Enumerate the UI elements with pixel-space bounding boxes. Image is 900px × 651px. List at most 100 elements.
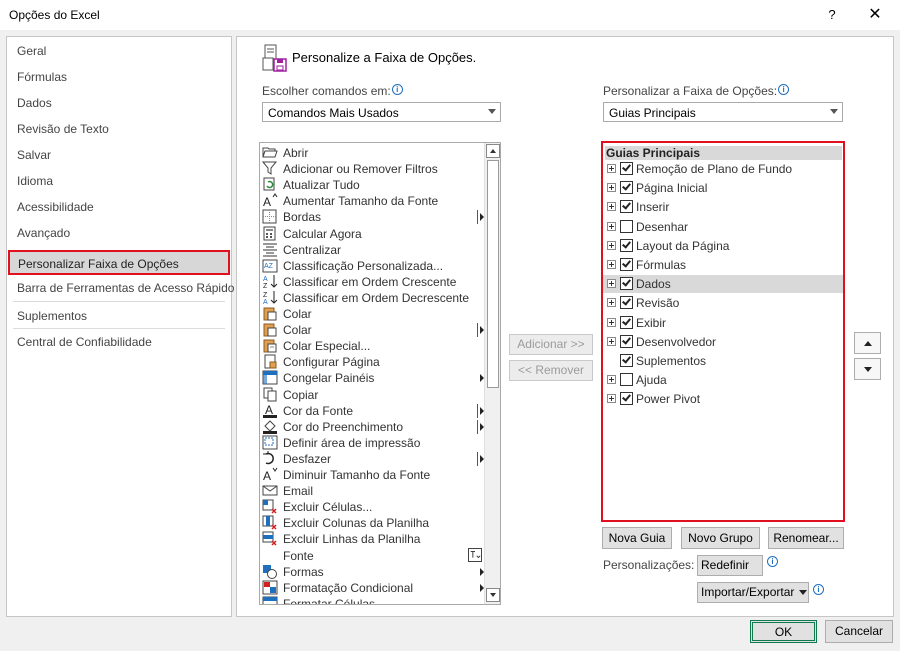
- nav-item-avancado[interactable]: Avançado: [17, 226, 70, 240]
- expand-icon[interactable]: [607, 260, 616, 269]
- command-item[interactable]: Colar: [260, 322, 484, 338]
- command-item[interactable]: Congelar Painéis: [260, 370, 484, 386]
- info-icon[interactable]: i: [767, 556, 778, 567]
- command-item[interactable]: Formatação Condicional: [260, 580, 484, 596]
- expand-icon[interactable]: [607, 298, 616, 308]
- command-item[interactable]: Email: [260, 483, 484, 499]
- nav-item-barra-ferramentas[interactable]: Barra de Ferramentas de Acesso Rápido: [17, 281, 234, 295]
- commands-list[interactable]: Abrir Adicionar ou Remover Filtros Atualiz…: [259, 142, 501, 605]
- command-item[interactable]: Centralizar: [260, 242, 484, 258]
- remove-button[interactable]: << Remover: [509, 360, 593, 381]
- add-button[interactable]: Adicionar >>: [509, 334, 593, 355]
- nav-item-dados[interactable]: Dados: [17, 96, 52, 110]
- tab-checkbox[interactable]: [620, 392, 633, 406]
- command-item[interactable]: Bordas: [260, 209, 484, 225]
- new-tab-button[interactable]: Nova Guia: [602, 527, 672, 549]
- command-item[interactable]: Desfazer: [260, 450, 484, 467]
- tree-item[interactable]: Power Pivot: [603, 390, 843, 408]
- command-item[interactable]: Excluir Células...: [260, 499, 484, 515]
- command-item[interactable]: A Z Classificar em Ordem Crescente: [260, 274, 484, 290]
- tab-checkbox[interactable]: [620, 296, 633, 310]
- tree-item[interactable]: Layout da Página: [603, 237, 843, 255]
- command-item[interactable]: Colar: [260, 306, 484, 322]
- tree-item[interactable]: Desenhar: [603, 218, 843, 236]
- scroll-thumb[interactable]: [487, 160, 499, 388]
- scroll-down-button[interactable]: [486, 588, 500, 602]
- new-group-button[interactable]: Novo Grupo: [681, 527, 760, 549]
- nav-item-salvar[interactable]: Salvar: [17, 148, 51, 162]
- move-up-button[interactable]: [854, 332, 881, 354]
- tree-item[interactable]: Suplementos: [603, 352, 843, 370]
- ok-button[interactable]: OK: [750, 620, 817, 643]
- nav-item-central-confiabilidade[interactable]: Central de Confiabilidade: [17, 335, 152, 349]
- tab-checkbox[interactable]: [620, 200, 633, 214]
- tree-item[interactable]: Revisão: [603, 294, 843, 312]
- expand-icon[interactable]: [607, 279, 616, 289]
- help-button[interactable]: ?: [822, 4, 842, 26]
- expand-icon[interactable]: [607, 183, 616, 193]
- tab-checkbox[interactable]: [620, 181, 633, 195]
- tree-item[interactable]: Remoção de Plano de Fundo: [603, 160, 843, 178]
- command-item[interactable]: Definir área de impressão: [260, 435, 484, 451]
- tab-checkbox[interactable]: [620, 354, 633, 367]
- command-item[interactable]: Copiar: [260, 387, 484, 403]
- tab-checkbox[interactable]: [620, 219, 633, 233]
- rename-button[interactable]: Renomear...: [768, 527, 844, 549]
- scroll-up-button[interactable]: [486, 144, 500, 158]
- command-item[interactable]: AZ Classificação Personalizada...: [260, 258, 484, 274]
- command-item[interactable]: Atualizar Tudo: [260, 177, 484, 193]
- tree-item[interactable]: Página Inicial: [603, 179, 843, 197]
- tab-checkbox[interactable]: [620, 315, 633, 329]
- info-icon[interactable]: i: [813, 584, 824, 595]
- expand-icon[interactable]: [607, 375, 616, 385]
- close-button[interactable]: ✕: [861, 4, 889, 26]
- tree-item[interactable]: Exibir: [603, 314, 843, 332]
- reset-dropdown[interactable]: Redefinir: [697, 555, 763, 588]
- tab-checkbox[interactable]: [620, 238, 633, 252]
- info-icon[interactable]: i: [778, 84, 790, 95]
- move-down-button[interactable]: [854, 358, 881, 380]
- tab-checkbox[interactable]: [620, 334, 633, 348]
- command-item[interactable]: Excluir Linhas da Planilha: [260, 531, 484, 547]
- command-item[interactable]: A Diminuir Tamanho da Fonte: [260, 467, 484, 483]
- nav-item-formulas[interactable]: Fórmulas: [17, 70, 67, 84]
- nav-item-personalizar-faixa[interactable]: Personalizar Faixa de Opções: [8, 250, 230, 275]
- command-item[interactable]: A Aumentar Tamanho da Fonte: [260, 193, 484, 209]
- import-export-dropdown[interactable]: Importar/Exportar: [697, 582, 809, 603]
- tab-checkbox[interactable]: [620, 277, 633, 291]
- choose-commands-dropdown[interactable]: Comandos Mais Usados: [262, 102, 501, 122]
- expand-icon[interactable]: [607, 317, 616, 327]
- tab-checkbox[interactable]: [620, 258, 633, 271]
- command-item[interactable]: Configurar Página: [260, 354, 484, 370]
- tree-item[interactable]: Ajuda: [603, 371, 843, 389]
- expand-icon[interactable]: [607, 221, 616, 231]
- nav-item-revisao[interactable]: Revisão de Texto: [17, 122, 109, 136]
- tab-checkbox[interactable]: [620, 373, 633, 387]
- tree-item[interactable]: Desenvolvedor: [603, 333, 843, 351]
- info-icon[interactable]: i: [391, 84, 403, 95]
- command-item[interactable]: Calcular Agora: [260, 226, 484, 242]
- cancel-button[interactable]: Cancelar: [825, 620, 893, 643]
- nav-item-suplementos[interactable]: Suplementos: [17, 309, 87, 323]
- command-item[interactable]: Adicionar ou Remover Filtros: [260, 161, 484, 177]
- expand-icon[interactable]: [607, 164, 616, 173]
- command-item[interactable]: Cor do Preenchimento: [260, 419, 484, 435]
- customize-ribbon-dropdown[interactable]: Guias Principais: [603, 102, 843, 122]
- command-item[interactable]: Fonte: [260, 547, 484, 564]
- command-item[interactable]: Abrir: [260, 145, 484, 161]
- nav-item-geral[interactable]: Geral: [17, 44, 46, 58]
- expand-icon[interactable]: [607, 240, 616, 250]
- command-item[interactable]: Z A Classificar em Ordem Decrescente: [260, 290, 484, 306]
- ribbon-tabs-tree[interactable]: Guias Principais Remoção de Plano de Fun…: [601, 141, 845, 522]
- expand-icon[interactable]: [607, 202, 616, 212]
- command-item[interactable]: Excluir Colunas da Planilha: [260, 515, 484, 531]
- commands-scrollbar[interactable]: [484, 143, 500, 604]
- tab-checkbox[interactable]: [620, 162, 633, 175]
- nav-item-acessibilidade[interactable]: Acessibilidade: [17, 200, 94, 214]
- command-item[interactable]: A Cor da Fonte: [260, 403, 484, 419]
- expand-icon[interactable]: [607, 336, 616, 346]
- tree-item[interactable]: Fórmulas: [603, 256, 843, 274]
- command-item[interactable]: Formatar Células: [260, 596, 484, 604]
- tree-item[interactable]: Dados: [603, 275, 843, 294]
- command-item[interactable]: Colar Especial...: [260, 338, 484, 354]
